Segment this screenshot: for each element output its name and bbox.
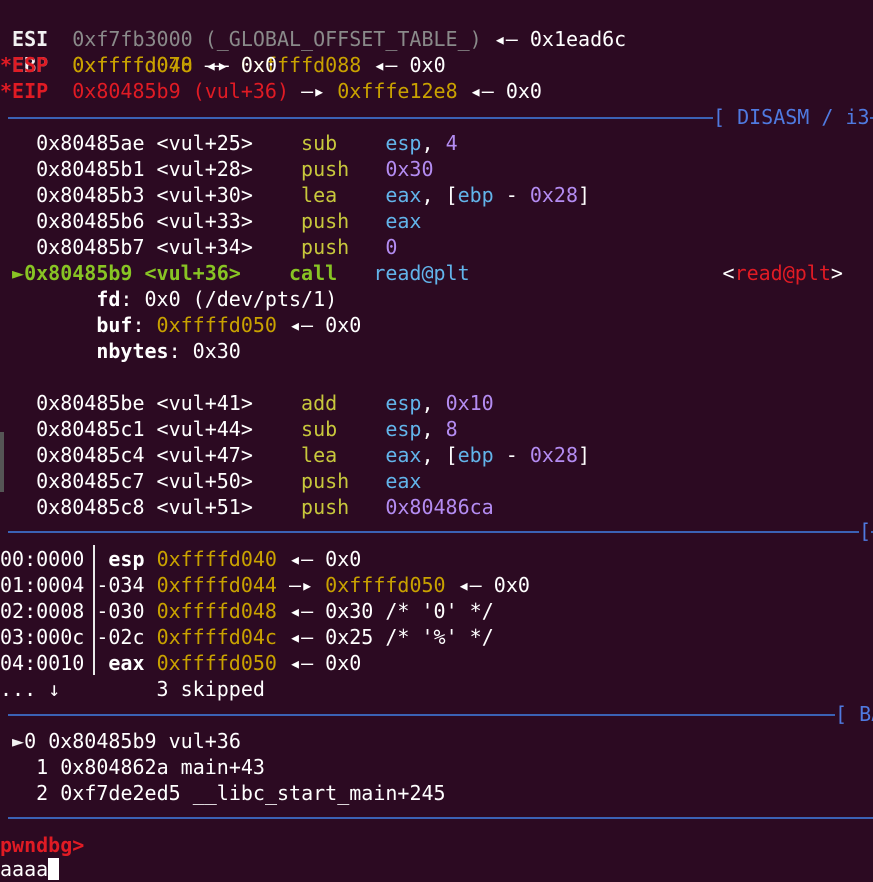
reg-deref: 0xfffe12e8 — [337, 79, 458, 103]
register-eip: *EIP 0x80485b9 (vul+36) —▸ 0xfffe12e8 ◂—… — [0, 78, 542, 104]
disasm-line-current: ►0x80485b9 <vul+36> call read@plt <read@… — [12, 261, 843, 285]
stack-section-title: [ — [859, 518, 872, 544]
disasm-line: 0x80485b3 <vul+30> lea eax, [ebp - 0x28] — [36, 183, 591, 207]
stack-skipped: ... ↓ 3 skipped — [0, 677, 265, 701]
stack-entry: 00:0000 esp 0xffffd040 ◂— 0x0 — [0, 547, 362, 571]
stack-separator — [8, 531, 873, 533]
disasm-line: 0x80485c1 <vul+44> sub esp, 8 — [36, 417, 458, 441]
disasm-section-title: [ DISASM / i3 — [713, 104, 870, 130]
disasm-line: 0x80485b7 <vul+34> push 0 — [36, 235, 398, 259]
disasm-line: 0x80485c4 <vul+47> lea eax, [ebp - 0x28] — [36, 443, 591, 467]
disasm-line: 0x80485b6 <vul+33> push eax — [36, 209, 422, 233]
reg-name: EIP — [12, 79, 49, 103]
disasm-line: 0x80485b1 <vul+28> push 0x30 — [36, 157, 434, 181]
pwndbg-prompt: pwndbg> — [0, 833, 85, 857]
pointer-arrow: —▸ — [301, 79, 326, 103]
reg-value: 0xffffd040 — [72, 53, 193, 77]
reg-deref: 0x0 — [240, 53, 277, 77]
pointer-arrow: ◂— — [204, 53, 229, 77]
backtrace-separator — [8, 714, 873, 716]
pointer-arrow: ◂— — [493, 27, 518, 51]
pointer-arrow: ◂— — [373, 53, 398, 77]
register-esi: ESI 0xf7fb3000 (_GLOBAL_OFFSET_TABLE_) ◂… — [0, 0, 626, 51]
stack-entry: 04:0010 eax 0xffffd050 ◂— 0x0 — [0, 651, 362, 675]
terminal-input-text[interactable]: aaaa — [0, 857, 48, 881]
backtrace-frame: 1 0x804862a main+43 — [36, 755, 265, 779]
current-instruction-marker: ► — [12, 261, 25, 285]
register-ebp: EBP 0xffffd078 —▸ 0xffffd088 ◂— 0x0 — [0, 26, 446, 77]
call-arg-buf: buf: 0xffffd050 ◂— 0x0 — [96, 313, 362, 337]
changed-marker: * — [0, 53, 13, 77]
stack-entry: 02:0008 -030 0xffffd048 ◂— 0x30 /* '0' *… — [0, 599, 494, 623]
call-arg-nbytes: nbytes: 0x30 — [96, 339, 241, 363]
backtrace-section-title: [ BA — [835, 701, 873, 727]
stack-entry: 01:0004 -034 0xffffd044 —▸ 0xffffd050 ◂—… — [0, 573, 530, 597]
register-esp: *ESP 0xffffd040 ◂— 0x0 — [0, 52, 277, 78]
disasm-line: 0x80485be <vul+41> add esp, 0x10 — [36, 391, 494, 415]
reg-deref: 0x0 — [505, 79, 542, 103]
backtrace-frame: ►0 0x80485b9 vul+36 — [12, 729, 241, 753]
footer-separator — [8, 817, 873, 819]
terminal-resize-handle[interactable] — [0, 432, 4, 492]
call-arg-fd: fd: 0x0 (/dev/pts/1) — [96, 287, 338, 311]
reg-deref: 0x1ead6c — [529, 27, 627, 51]
reg-value: 0x80485b9 (vul+36) — [72, 79, 290, 103]
stack-entry: 03:000c -02c 0xffffd04c ◂— 0x25 /* '%' *… — [0, 625, 494, 649]
text-cursor — [48, 858, 60, 880]
terminal-input-line[interactable]: aaaa — [0, 856, 60, 882]
disasm-line: 0x80485c7 <vul+50> push eax — [36, 469, 422, 493]
backtrace-frame: 2 0xf7de2ed5 __libc_start_main+245 — [36, 781, 446, 805]
disasm-line: 0x80485c8 <vul+51> push 0x80486ca — [36, 495, 494, 519]
reg-name: ESP — [12, 53, 49, 77]
pointer-arrow: ◂— — [469, 79, 494, 103]
disasm-line: 0x80485ae <vul+25> sub esp, 4 — [36, 131, 458, 155]
current-frame-marker: ► — [12, 729, 25, 753]
reg-deref: 0x0 — [409, 53, 446, 77]
changed-marker: * — [0, 79, 13, 103]
